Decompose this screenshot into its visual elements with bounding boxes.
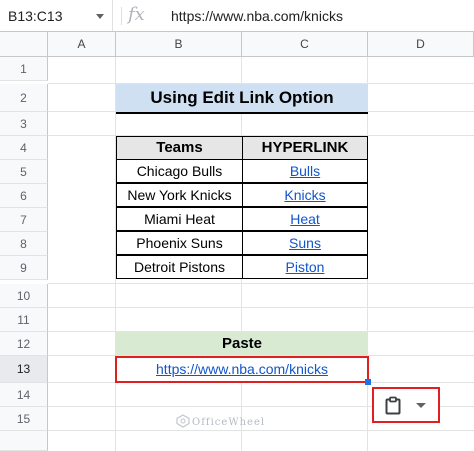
row-header-14[interactable]: 14: [0, 383, 48, 407]
name-box[interactable]: B13:C13: [0, 0, 113, 31]
table-header-hyperlink[interactable]: HYPERLINK: [242, 136, 368, 160]
chevron-down-icon[interactable]: [96, 14, 104, 19]
hyperlink[interactable]: Bulls: [290, 163, 320, 179]
paste-cell-selected[interactable]: https://www.nba.com/knicks: [115, 356, 369, 383]
row-header-3[interactable]: 3: [0, 112, 48, 136]
sheet-title[interactable]: Using Edit Link Option: [116, 84, 368, 114]
table-cell-team[interactable]: Detroit Pistons: [116, 255, 243, 279]
name-box-value: B13:C13: [8, 8, 63, 24]
column-header-a[interactable]: A: [48, 32, 116, 57]
watermark-text: OfficeWheel: [192, 417, 266, 428]
row-header-11[interactable]: 11: [0, 308, 48, 332]
gridline: [48, 283, 474, 284]
table-cell-team[interactable]: Chicago Bulls: [116, 159, 243, 183]
chevron-down-icon[interactable]: [416, 403, 426, 408]
officewheel-logo: [176, 414, 190, 428]
row-header-16[interactable]: [0, 431, 48, 451]
paste-options-button[interactable]: [372, 387, 440, 423]
table-cell-link[interactable]: Piston: [242, 255, 368, 279]
row-header-8[interactable]: 8: [0, 232, 48, 256]
table-cell-link[interactable]: Knicks: [242, 183, 368, 207]
row-header-4[interactable]: 4: [0, 136, 48, 160]
hyperlink[interactable]: Suns: [289, 235, 321, 251]
row-header-10[interactable]: 10: [0, 284, 48, 308]
column-header-b[interactable]: B: [116, 32, 242, 57]
row-header-9[interactable]: 9: [0, 256, 48, 280]
selection-fill-handle[interactable]: [365, 379, 371, 385]
fx-icon: fx: [128, 4, 145, 25]
table-cell-team[interactable]: Miami Heat: [116, 207, 243, 231]
table-cell-team[interactable]: New York Knicks: [116, 183, 243, 207]
table-cell-link[interactable]: Bulls: [242, 159, 368, 183]
clipboard-icon: [385, 396, 401, 415]
divider: [121, 7, 122, 25]
formula-input[interactable]: https://www.nba.com/knicks: [171, 8, 343, 24]
table-header-teams[interactable]: Teams: [116, 136, 243, 160]
paste-header[interactable]: Paste: [116, 332, 368, 356]
hyperlink[interactable]: Piston: [286, 259, 325, 275]
row-header-6[interactable]: 6: [0, 184, 48, 208]
row-header-7[interactable]: 7: [0, 208, 48, 232]
table-cell-link[interactable]: Heat: [242, 207, 368, 231]
row-header-1[interactable]: 1: [0, 57, 48, 81]
select-all-corner[interactable]: [0, 32, 48, 57]
gridline: [48, 307, 474, 308]
table-cell-link[interactable]: Suns: [242, 231, 368, 255]
row-header-5[interactable]: 5: [0, 160, 48, 184]
column-header-c[interactable]: C: [242, 32, 368, 57]
column-header-d[interactable]: D: [368, 32, 474, 57]
hyperlink[interactable]: Heat: [290, 211, 320, 227]
table-cell-team[interactable]: Phoenix Suns: [116, 231, 243, 255]
row-header-13[interactable]: 13: [0, 356, 48, 383]
row-header-15[interactable]: 15: [0, 407, 48, 431]
row-header-12[interactable]: 12: [0, 332, 48, 356]
gridline: [48, 430, 474, 431]
formula-bar: B13:C13 fx https://www.nba.com/knicks: [0, 0, 474, 32]
hyperlink[interactable]: Knicks: [284, 187, 325, 203]
pasted-hyperlink[interactable]: https://www.nba.com/knicks: [156, 361, 328, 377]
row-header-2[interactable]: 2: [0, 84, 48, 112]
